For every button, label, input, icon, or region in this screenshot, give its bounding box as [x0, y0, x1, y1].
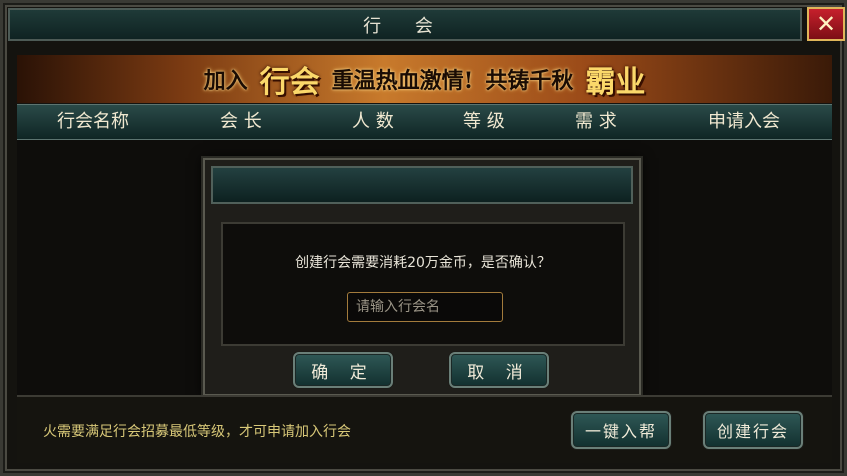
dialog-title-bar — [211, 166, 633, 204]
cancel-label: 取 消 — [467, 362, 531, 383]
create-guild-label: 创建行会 — [716, 422, 789, 441]
banner-text-guild: 行会 — [259, 65, 320, 100]
window-title: 行 会 — [363, 15, 447, 37]
header-level: 等 级 — [463, 111, 505, 132]
guild-window: 行 会 ✕ 加入 行会 重温热血激情! 共铸千秋 霸业 行会名称 会 长 人 数… — [0, 0, 847, 476]
header-apply: 申请入会 — [708, 111, 780, 132]
header-guild-name: 行会名称 — [57, 111, 129, 132]
quick-join-label: 一键入帮 — [584, 422, 657, 441]
banner-text-forge: 共铸千秋 — [485, 68, 574, 94]
create-guild-dialog: 创建行会需要消耗20万金币，是否确认？ 确 定 取 消 — [203, 158, 641, 396]
guild-list-header: 行会名称 会 长 人 数 等 级 需 求 申请入会 — [17, 104, 832, 140]
confirm-label: 确 定 — [311, 362, 375, 383]
window-title-bar: 行 会 — [8, 8, 802, 41]
recruitment-banner: 加入 行会 重温热血激情! 共铸千秋 霸业 — [17, 55, 832, 103]
dialog-message: 创建行会需要消耗20万金币，是否确认？ — [295, 255, 551, 271]
guild-footer: 火需要满足行会招募最低等级，才可申请加入行会 一键入帮 创建行会 — [17, 395, 832, 463]
join-requirement-notice: 火需要满足行会招募最低等级，才可申请加入行会 — [43, 424, 351, 440]
header-member-count: 人 数 — [352, 111, 394, 132]
close-icon: ✕ — [815, 10, 837, 38]
close-button[interactable]: ✕ — [807, 7, 845, 41]
guild-name-input[interactable] — [347, 292, 503, 322]
header-leader: 会 长 — [220, 111, 262, 132]
quick-join-button[interactable]: 一键入帮 — [571, 411, 671, 449]
banner-text-hegemony: 霸业 — [585, 65, 646, 100]
create-guild-button[interactable]: 创建行会 — [703, 411, 803, 449]
header-requirement: 需 求 — [575, 111, 617, 132]
banner-text-passion: 重温热血激情! — [331, 68, 474, 94]
banner-text-join: 加入 — [203, 68, 248, 94]
confirm-button[interactable]: 确 定 — [293, 352, 393, 388]
dialog-body: 创建行会需要消耗20万金币，是否确认？ — [221, 222, 625, 346]
cancel-button[interactable]: 取 消 — [449, 352, 549, 388]
